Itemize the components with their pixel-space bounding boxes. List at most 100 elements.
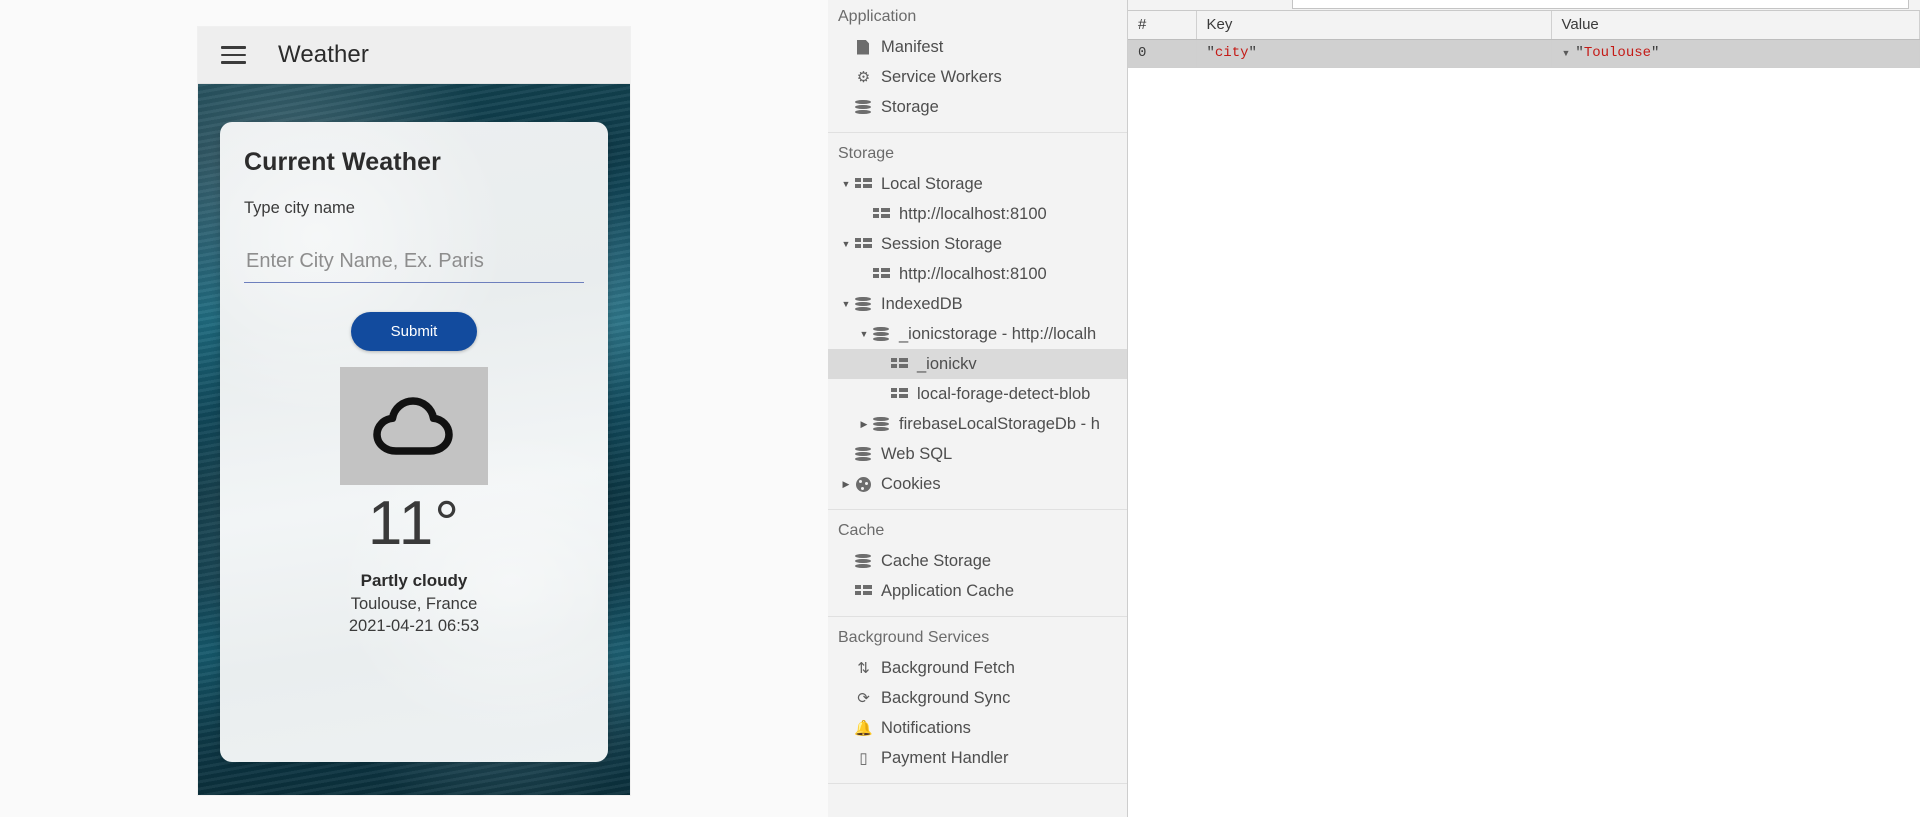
sidebar-item-local-storage[interactable]: ▼ Local Storage — [828, 169, 1127, 199]
key-quote-open: " — [1206, 45, 1215, 61]
sidebar-item-firebaselocalstoragedb-h[interactable]: ▶ firebaseLocalStorageDb - h — [828, 409, 1127, 439]
document-icon — [854, 38, 873, 57]
sidebar-item-label: _ionickv — [917, 354, 977, 373]
credit-card-icon: ▯ — [859, 749, 868, 767]
card-subtitle: Type city name — [244, 199, 355, 217]
table-icon — [872, 205, 891, 224]
sidebar-item-label: Application Cache — [881, 581, 1014, 600]
table-icon — [890, 355, 909, 374]
chevron-right-icon[interactable]: ▶ — [856, 419, 872, 429]
sidebar-item-label: Background Sync — [881, 688, 1011, 707]
submit-button[interactable]: Submit — [350, 312, 478, 351]
chevron-down-icon[interactable]: ▼ — [838, 299, 854, 309]
card-title: Current Weather — [244, 148, 441, 176]
sidebar-item-label: local-forage-detect-blob — [917, 384, 1091, 403]
chevron-down-icon[interactable]: ▼ — [856, 329, 872, 339]
sidebar-item-web-sql[interactable]: Web SQL — [828, 439, 1127, 469]
value-quote-open: " — [1575, 45, 1584, 61]
sidebar-item-storage[interactable]: Storage — [828, 92, 1127, 122]
storage-key-value-table: # Key Value 0 "city" ▼ "Toulouse" — [1128, 11, 1920, 68]
filter-input[interactable] — [1292, 0, 1909, 9]
app-content: Current Weather Type city name Submit 11… — [198, 84, 630, 795]
database-icon — [872, 325, 891, 344]
devtools-application-sidebar[interactable]: Application Manifest ⚙ Service Workers Stora… — [828, 0, 1128, 817]
sidebar-item-http-localhost-8100[interactable]: http://localhost:8100 — [828, 259, 1127, 289]
sidebar-item-label: IndexedDB — [881, 294, 963, 313]
hamburger-menu-icon[interactable] — [216, 38, 250, 72]
sidebar-item-manifest[interactable]: Manifest — [828, 32, 1127, 62]
database-icon — [854, 445, 873, 464]
city-name-input[interactable] — [244, 248, 584, 283]
cell-key[interactable]: "city" — [1196, 39, 1552, 68]
column-header-index[interactable]: # — [1128, 11, 1197, 40]
chevron-down-icon[interactable]: ▼ — [838, 179, 854, 189]
column-header-value[interactable]: Value — [1551, 11, 1920, 40]
bell-icon: 🔔 — [854, 719, 873, 737]
refresh-icon: ⟳ — [857, 689, 870, 707]
sidebar-item-http-localhost-8100[interactable]: http://localhost:8100 — [828, 199, 1127, 229]
table-icon — [890, 385, 909, 404]
key-text: city — [1214, 45, 1249, 61]
up-down-arrows-icon: ⇅ — [857, 659, 870, 677]
table-icon — [872, 265, 891, 284]
sidebar-item-notifications[interactable]: 🔔 Notifications — [828, 713, 1127, 743]
sidebar-item-label: Cookies — [881, 474, 941, 493]
key-quote-close: " — [1248, 45, 1257, 61]
app-title: Weather — [278, 41, 369, 68]
devtools-storage-panel: # Key Value 0 "city" ▼ "Toulouse" — [1128, 0, 1920, 817]
sidebar-item-cache-storage[interactable]: Cache Storage — [828, 546, 1127, 576]
weather-card: Current Weather Type city name Submit 11… — [220, 122, 608, 762]
sidebar-item-label: Web SQL — [881, 444, 953, 463]
chevron-right-icon[interactable]: ▶ — [838, 479, 854, 489]
app-toolbar: Weather — [198, 27, 630, 84]
weather-condition: Partly cloudy — [360, 571, 468, 590]
temperature-value: 11° — [367, 489, 461, 558]
sidebar-item-service-workers[interactable]: ⚙ Service Workers — [828, 62, 1127, 92]
sidebar-item-ionicstorage-http-localh[interactable]: ▼ _ionicstorage - http://localh — [828, 319, 1127, 349]
table-icon — [854, 582, 873, 601]
sidebar-item-label: Manifest — [881, 37, 944, 56]
sidebar-item-label: Service Workers — [881, 67, 1002, 86]
value-quote-close: " — [1651, 45, 1660, 61]
sidebar-group-title: Application — [838, 8, 917, 25]
sidebar-item-label: Storage — [881, 97, 939, 116]
sidebar-item-label: http://localhost:8100 — [899, 204, 1047, 223]
sidebar-item-local-forage-detect-blob[interactable]: local-forage-detect-blob — [828, 379, 1127, 409]
gear-icon: ⚙ — [856, 68, 871, 86]
table-icon — [854, 175, 873, 194]
sidebar-item-label: Background Fetch — [881, 658, 1015, 677]
cell-value[interactable]: ▼ "Toulouse" — [1551, 39, 1920, 68]
sidebar-item-label: Local Storage — [881, 174, 983, 193]
submit-row: Submit — [244, 312, 584, 351]
sidebar-item-indexeddb[interactable]: ▼ IndexedDB — [828, 289, 1127, 319]
location-text: Toulouse, France — [350, 595, 478, 613]
weather-icon-box — [340, 367, 488, 485]
table-header-row: # Key Value — [1128, 11, 1920, 40]
sidebar-group: Application Manifest ⚙ Service Workers Stora… — [828, 0, 1127, 133]
sidebar-group-title: Cache — [838, 522, 885, 539]
sidebar-item-label: _ionicstorage - http://localh — [899, 324, 1097, 343]
column-header-key[interactable]: Key — [1196, 11, 1552, 40]
chevron-down-icon[interactable]: ▼ — [1562, 48, 1571, 58]
sidebar-item-application-cache[interactable]: Application Cache — [828, 576, 1127, 606]
sidebar-item-background-sync[interactable]: ⟳ Background Sync — [828, 683, 1127, 713]
sidebar-item-background-fetch[interactable]: ⇅ Background Fetch — [828, 653, 1127, 683]
sidebar-item-ionickv[interactable]: _ionickv — [828, 349, 1127, 379]
table-icon — [854, 235, 873, 254]
sidebar-item-session-storage[interactable]: ▼ Session Storage — [828, 229, 1127, 259]
sidebar-item-label: Notifications — [881, 718, 971, 737]
cell-index: 0 — [1128, 39, 1197, 68]
database-icon — [854, 98, 873, 117]
database-icon — [872, 415, 891, 434]
devtools-filter-toolbar[interactable] — [1128, 0, 1920, 11]
table-row[interactable]: 0 "city" ▼ "Toulouse" — [1128, 39, 1920, 68]
sidebar-item-cookies[interactable]: ▶ Cookies — [828, 469, 1127, 499]
sidebar-item-label: Session Storage — [881, 234, 1003, 253]
sidebar-item-payment-handler[interactable]: ▯ Payment Handler — [828, 743, 1127, 773]
sidebar-item-label: Cache Storage — [881, 551, 992, 570]
chevron-down-icon[interactable]: ▼ — [838, 239, 854, 249]
observation-timestamp: 2021-04-21 06:53 — [348, 617, 480, 635]
sidebar-group: Cache Cache Storage Application Cache — [828, 510, 1127, 617]
sidebar-group: Background Services ⇅ Background Fetch ⟳ Bac… — [828, 617, 1127, 784]
value-text: Toulouse — [1583, 45, 1652, 61]
